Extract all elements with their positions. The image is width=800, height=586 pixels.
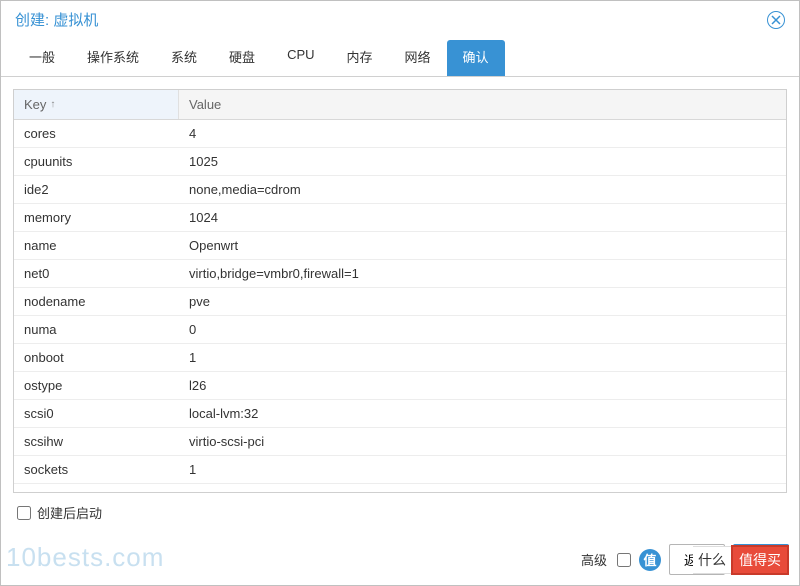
table-row[interactable]: onboot1 xyxy=(14,344,786,372)
cell-key: nodename xyxy=(14,288,179,315)
cell-value: virtio-scsi-pci xyxy=(179,428,786,455)
cell-key: name xyxy=(14,232,179,259)
overlay-red-text: 值得买 xyxy=(731,545,789,575)
overlay-mid-text: 什么 xyxy=(693,546,731,574)
start-after-create-checkbox[interactable] xyxy=(17,506,31,520)
dialog-title: 创建: 虚拟机 xyxy=(15,9,98,30)
cell-value: 1025 xyxy=(179,148,786,175)
header-value[interactable]: Value xyxy=(179,90,786,119)
tab-system[interactable]: 系统 xyxy=(155,40,213,76)
title-bar: 创建: 虚拟机 xyxy=(1,1,799,36)
watermark-text: 10bests.com xyxy=(6,542,164,573)
cell-key: onboot xyxy=(14,344,179,371)
grid-header: Key ↑ Value xyxy=(14,90,786,120)
cell-key: net0 xyxy=(14,260,179,287)
cell-key: ide2 xyxy=(14,176,179,203)
advanced-label: 高级 xyxy=(581,550,607,569)
table-row[interactable]: ide2none,media=cdrom xyxy=(14,176,786,204)
tab-confirm[interactable]: 确认 xyxy=(447,40,505,76)
table-row[interactable]: nodenamepve xyxy=(14,288,786,316)
cell-value: pve xyxy=(179,288,786,315)
cell-value: 0 xyxy=(179,316,786,343)
cell-value: 1024 xyxy=(179,204,786,231)
table-row[interactable]: memory1024 xyxy=(14,204,786,232)
header-key[interactable]: Key ↑ xyxy=(14,90,179,119)
tab-memory[interactable]: 内存 xyxy=(331,40,389,76)
start-after-create-row: 创建后启动 xyxy=(13,493,787,528)
table-row[interactable]: ostypel26 xyxy=(14,372,786,400)
header-key-label: Key xyxy=(24,97,46,112)
cell-value: Openwrt xyxy=(179,232,786,259)
cell-key: cpuunits xyxy=(14,148,179,175)
table-row[interactable]: cores4 xyxy=(14,120,786,148)
tab-network[interactable]: 网络 xyxy=(389,40,447,76)
cell-value: l26 xyxy=(179,372,786,399)
table-row[interactable]: scsihwvirtio-scsi-pci xyxy=(14,428,786,456)
cell-key: memory xyxy=(14,204,179,231)
sort-asc-icon: ↑ xyxy=(50,99,55,110)
cell-key: cores xyxy=(14,120,179,147)
content-area: Key ↑ Value cores4cpuunits1025ide2none,m… xyxy=(1,77,799,536)
bottom-bar: 10bests.com 高级 值 返回 完成 什么 值得买 xyxy=(1,536,799,585)
table-row[interactable]: scsi0local-lvm:32 xyxy=(14,400,786,428)
grid-body[interactable]: cores4cpuunits1025ide2none,media=cdromme… xyxy=(14,120,786,492)
overlay-badge: 什么 值得买 xyxy=(693,545,789,575)
tab-general[interactable]: 一般 xyxy=(13,40,71,76)
table-row[interactable]: nameOpenwrt xyxy=(14,232,786,260)
cell-value: virtio,bridge=vmbr0,firewall=1 xyxy=(179,260,786,287)
start-after-create-label: 创建后启动 xyxy=(37,503,102,522)
cell-value: 1 xyxy=(179,344,786,371)
cell-key: ostype xyxy=(14,372,179,399)
cell-value: 1 xyxy=(179,456,786,483)
table-row[interactable]: net0virtio,bridge=vmbr0,firewall=1 xyxy=(14,260,786,288)
cell-key: sockets xyxy=(14,456,179,483)
tab-os[interactable]: 操作系统 xyxy=(71,40,155,76)
cell-key: numa xyxy=(14,316,179,343)
cell-key: scsihw xyxy=(14,428,179,455)
table-row[interactable]: numa0 xyxy=(14,316,786,344)
table-row[interactable]: sockets1 xyxy=(14,456,786,484)
wizard-tabs: 一般 操作系统 系统 硬盘 CPU 内存 网络 确认 xyxy=(1,36,799,77)
tab-disk[interactable]: 硬盘 xyxy=(213,40,271,76)
close-icon[interactable] xyxy=(767,11,785,29)
summary-grid: Key ↑ Value cores4cpuunits1025ide2none,m… xyxy=(13,89,787,493)
advanced-checkbox[interactable] xyxy=(617,553,631,567)
table-row[interactable]: cpuunits1025 xyxy=(14,148,786,176)
tab-cpu[interactable]: CPU xyxy=(271,40,330,76)
badge-icon: 值 xyxy=(639,549,661,571)
create-vm-dialog: 创建: 虚拟机 一般 操作系统 系统 硬盘 CPU 内存 网络 确认 Key ↑… xyxy=(0,0,800,586)
cell-value: 4 xyxy=(179,120,786,147)
cell-value: local-lvm:32 xyxy=(179,400,786,427)
cell-value: none,media=cdrom xyxy=(179,176,786,203)
cell-key: scsi0 xyxy=(14,400,179,427)
